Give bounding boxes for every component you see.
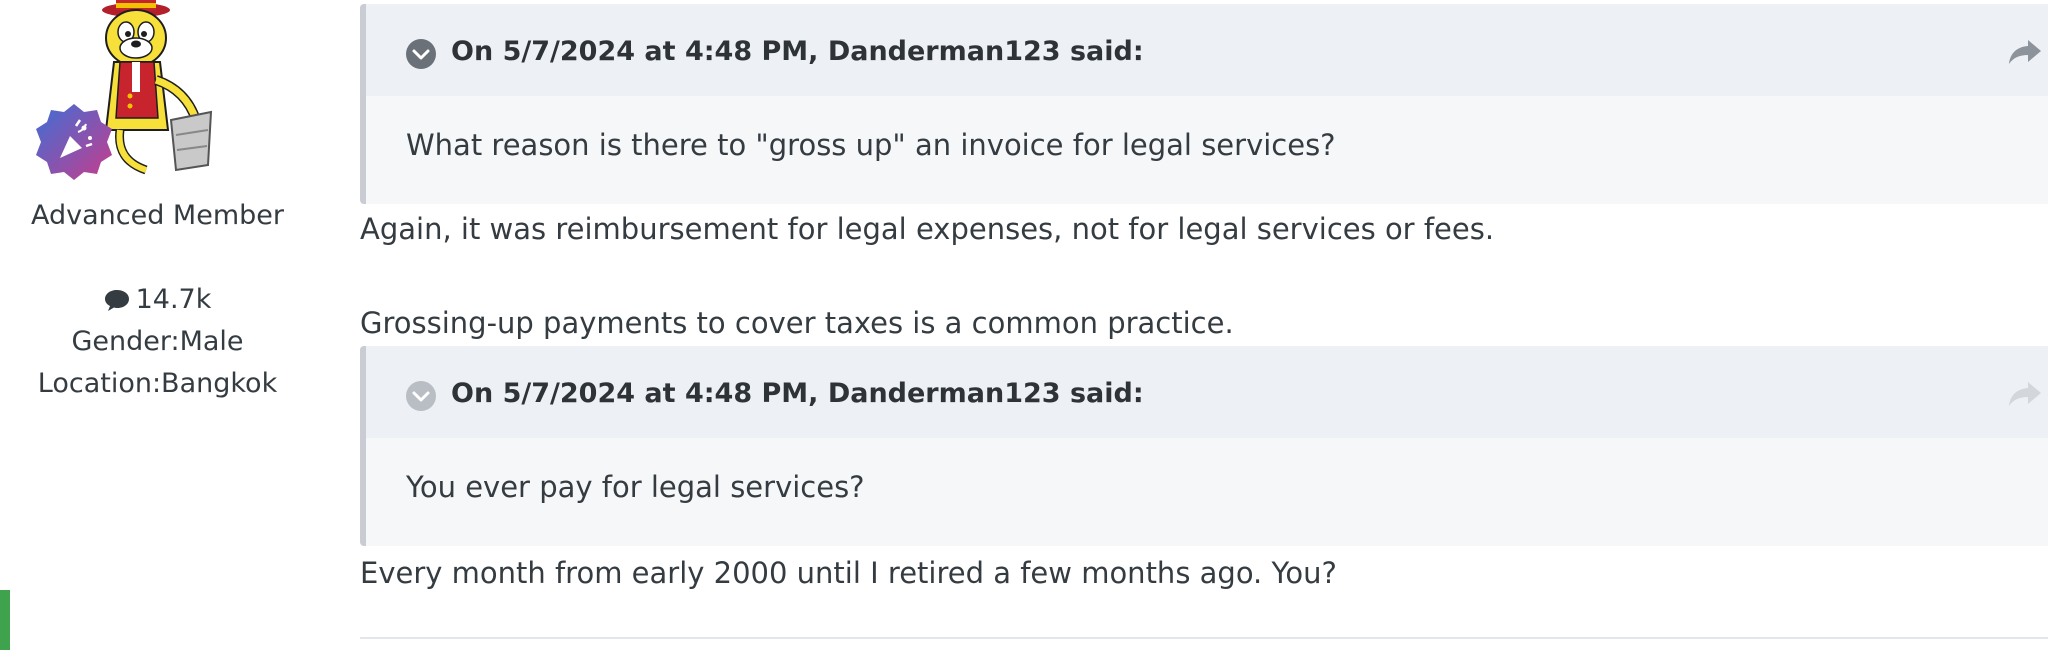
quote-header: On 5/7/2024 at 4:48 PM, Danderman123 sai… — [366, 346, 2048, 438]
quote-body: You ever pay for legal services? — [366, 438, 2048, 546]
post-paragraph: Grossing-up payments to cover taxes is a… — [360, 306, 1234, 340]
share-arrow-icon[interactable] — [2008, 380, 2042, 408]
quote-body: What reason is there to "gross up" an in… — [366, 96, 2048, 204]
quote-text: What reason is there to "gross up" an in… — [406, 128, 1336, 162]
post-divider — [360, 637, 2048, 639]
member-group-title: Advanced Member — [30, 200, 284, 231]
post-paragraph: Every month from early 2000 until I reti… — [360, 556, 1337, 590]
post-paragraph: Again, it was reimbursement for legal ex… — [360, 212, 1495, 246]
forum-post-page: Advanced Member 14.7k Gender:Male Locati… — [0, 0, 2048, 650]
share-arrow-icon[interactable] — [2008, 38, 2042, 66]
quote-header: On 5/7/2024 at 4:48 PM, Danderman123 sai… — [366, 4, 2048, 96]
quote-text: You ever pay for legal services? — [406, 470, 865, 504]
quote-citation[interactable]: On 5/7/2024 at 4:48 PM, Danderman123 sai… — [451, 36, 1144, 67]
quote-citation[interactable]: On 5/7/2024 at 4:48 PM, Danderman123 sai… — [451, 378, 1144, 409]
location-field: Location:Bangkok — [37, 368, 278, 399]
author-panel: Advanced Member 14.7k Gender:Male Locati… — [0, 0, 315, 650]
comment-bubble-icon — [104, 290, 129, 311]
post-count[interactable]: 14.7k — [0, 284, 315, 315]
collapse-toggle-icon[interactable] — [406, 39, 436, 69]
collapse-toggle-icon[interactable] — [406, 381, 436, 411]
quote-block: On 5/7/2024 at 4:48 PM, Danderman123 sai… — [360, 346, 2048, 546]
party-popper-badge-icon — [36, 104, 112, 180]
gender-field: Gender:Male — [71, 326, 244, 357]
feedback-tab[interactable] — [0, 590, 10, 650]
quote-block: On 5/7/2024 at 4:48 PM, Danderman123 sai… — [360, 4, 2048, 204]
post-content: On 5/7/2024 at 4:48 PM, Danderman123 sai… — [360, 0, 2048, 650]
post-count-value: 14.7k — [135, 284, 212, 315]
